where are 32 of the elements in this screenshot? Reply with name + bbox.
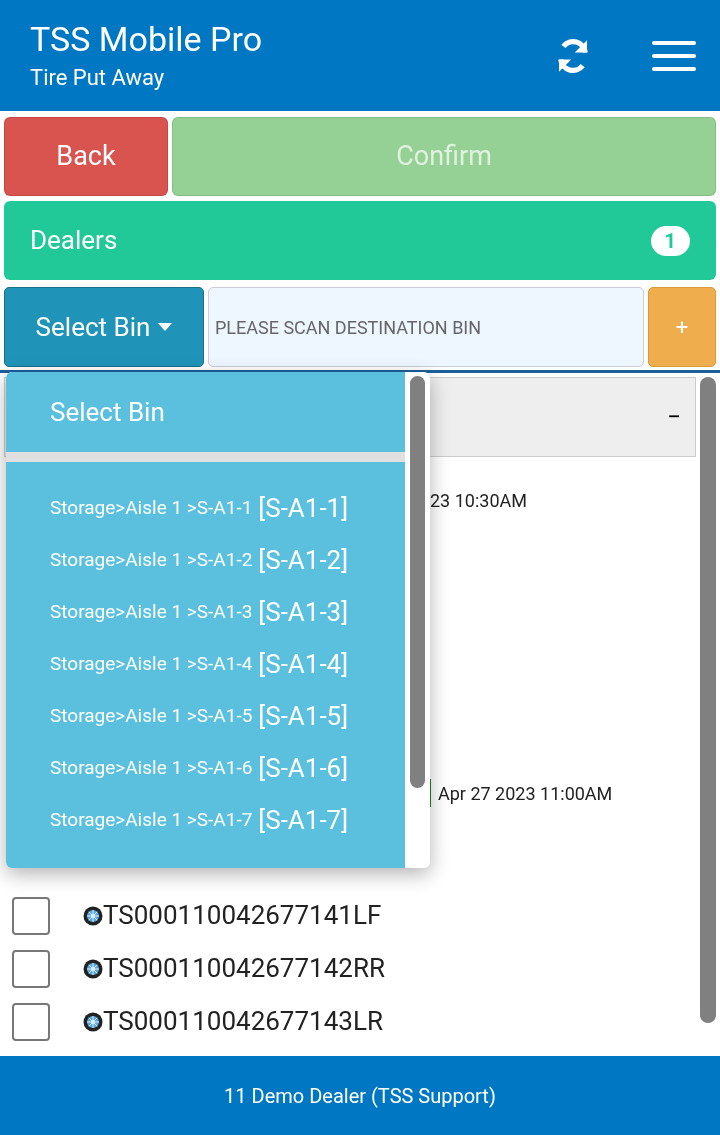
collapse-toggle[interactable]: − bbox=[667, 399, 681, 435]
dropdown-option[interactable]: Select Bin bbox=[6, 372, 405, 452]
dealers-bar[interactable]: Dealers 1 bbox=[4, 201, 716, 280]
tire-checkbox[interactable] bbox=[12, 949, 50, 988]
tire-checkbox[interactable] bbox=[12, 896, 50, 935]
tire-serial: TS000110042677142RR bbox=[103, 952, 385, 985]
tire-serial: TS000110042677143LR bbox=[103, 1005, 383, 1038]
footer-text: 11 Demo Dealer (TSS Support) bbox=[224, 1082, 496, 1110]
bin-scan-field[interactable]: PLEASE SCAN DESTINATION BIN bbox=[208, 287, 644, 367]
dropdown-option[interactable]: Storage>Aisle 1 >S-A1-1 [S-A1-1] bbox=[6, 482, 405, 534]
dropdown-option[interactable]: Storage>Aisle 1 >S-A1-5 [S-A1-5] bbox=[6, 690, 405, 742]
date-text: 23 10:30AM bbox=[430, 489, 527, 513]
back-button[interactable]: Back bbox=[4, 117, 168, 196]
menu-icon[interactable] bbox=[652, 40, 696, 71]
tire-icon bbox=[83, 958, 103, 979]
dropdown-option[interactable]: Storage>Aisle 1 >S-A1-4 [S-A1-4] bbox=[6, 638, 405, 690]
tire-icon bbox=[83, 1011, 103, 1032]
dropdown-option[interactable]: Storage>Aisle 1 >S-A1-3 [S-A1-3] bbox=[6, 586, 405, 638]
select-bin-button[interactable]: Select Bin bbox=[4, 287, 204, 367]
page-subtitle: Tire Put Away bbox=[30, 63, 166, 92]
caret-icon bbox=[158, 323, 173, 331]
dropdown-option[interactable]: Storage>Aisle 1 >S-A1-2 [S-A1-2] bbox=[6, 534, 405, 586]
add-bin-button[interactable]: + bbox=[648, 287, 716, 367]
dealer-count-badge: 1 bbox=[650, 225, 690, 256]
tire-serial: TS000110042677141LF bbox=[103, 899, 382, 932]
date-text: Apr 27 2023 11:00AM bbox=[438, 781, 613, 806]
app-title: TSS Mobile Pro bbox=[30, 18, 264, 59]
dealers-label: Dealers bbox=[30, 224, 118, 257]
dropdown-option[interactable]: Storage>Aisle 1 >S-A1-6 [S-A1-6] bbox=[6, 742, 405, 794]
tire-icon bbox=[83, 905, 103, 926]
dropdown-option[interactable]: Storage>Aisle 1 >S-A1-7 [S-A1-7] bbox=[6, 794, 405, 846]
tire-checkbox[interactable] bbox=[12, 1002, 50, 1041]
